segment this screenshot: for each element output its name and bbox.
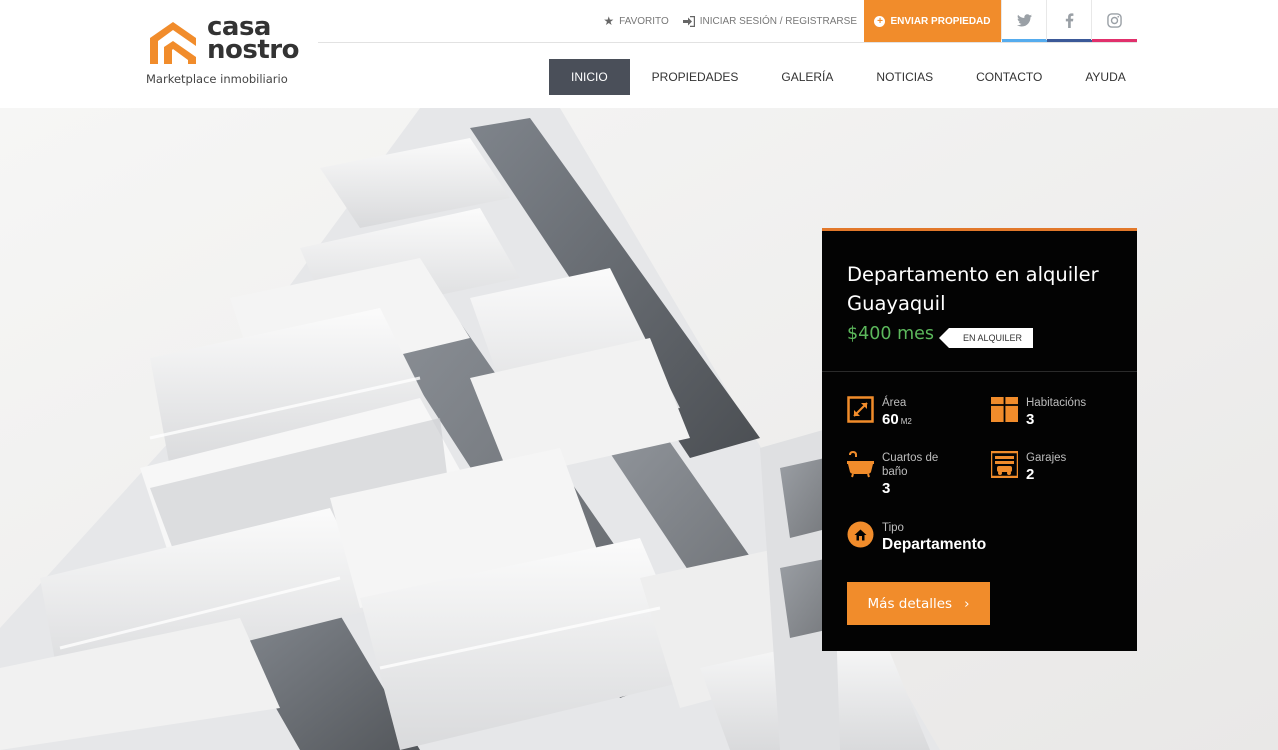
bath-label-line-2: baño [882, 466, 908, 478]
home-circle-icon [847, 521, 874, 548]
bath-label-line-1: Cuartos de [882, 452, 939, 464]
facebook-color-bar [1047, 39, 1092, 42]
send-property-button[interactable]: + ENVIAR PROPIEDAD [864, 0, 1001, 42]
type-value: Departamento [882, 536, 987, 553]
bathtub-icon [847, 451, 874, 478]
star-icon: ★ [603, 14, 615, 28]
top-links: ★ FAVORITO INICIAR SESIÓN / REGISTRARSE [603, 0, 857, 42]
property-card: Departamento en alquiler Guayaquil $400 … [822, 228, 1137, 651]
area-unit: M2 [900, 417, 912, 426]
more-details-button[interactable]: Más detalles › [847, 582, 990, 625]
property-price: $400 mes [847, 324, 935, 344]
nav-item-galeria[interactable]: GALERÍA [781, 59, 833, 95]
login-link[interactable]: INICIAR SESIÓN / REGISTRARSE [682, 15, 857, 27]
sign-in-icon [682, 15, 695, 27]
rooms-value: 3 [1026, 411, 1035, 428]
main-nav: INICIO PROPIEDADES GALERÍA NOTICIAS CONT… [549, 59, 1126, 95]
twitter-icon [1017, 13, 1032, 26]
card-divider [822, 371, 1137, 372]
rooms-label: Habitacións [1026, 397, 1087, 409]
feature-type: Tipo Departamento [847, 521, 986, 554]
nav-item-noticias[interactable]: NOTICIAS [876, 59, 933, 95]
garage-label: Garajes [1026, 452, 1067, 464]
house-logo-icon [150, 22, 196, 64]
site-logo[interactable]: casa nostro Marketplace inmobiliario [146, 14, 316, 90]
nav-item-ayuda[interactable]: AYUDA [1085, 59, 1125, 95]
login-label: INICIAR SESIÓN / REGISTRARSE [699, 15, 857, 27]
twitter-link[interactable] [1001, 0, 1047, 42]
facebook-icon [1065, 12, 1074, 28]
logo-word-2: nostro [207, 35, 299, 65]
property-title-line-1: Departamento en alquiler [847, 263, 1099, 286]
room-box-icon [991, 397, 1018, 422]
logo-tagline: Marketplace inmobiliario [146, 72, 288, 86]
favorite-label: FAVORITO [619, 15, 669, 27]
feature-area: Área 60 M2 [847, 396, 912, 431]
more-details-label: Más detalles [867, 595, 953, 612]
garage-icon [991, 451, 1018, 478]
instagram-icon [1107, 12, 1122, 28]
nav-item-propiedades[interactable]: PROPIEDADES [652, 59, 739, 95]
area-value: 60 [882, 411, 899, 428]
property-title[interactable]: Departamento en alquiler Guayaquil [847, 260, 1127, 318]
feature-garages: Garajes 2 [991, 451, 1066, 484]
nav-item-inicio[interactable]: INICIO [549, 59, 630, 95]
logo-wordmark: casa nostro [207, 14, 299, 65]
site-header: casa nostro Marketplace inmobiliario ★ F… [0, 0, 1278, 108]
area-label: Área [882, 397, 907, 409]
status-badge: EN ALQUILER [938, 328, 1034, 348]
feature-bathrooms: Cuartos de baño 3 [847, 451, 938, 498]
favorite-link[interactable]: ★ FAVORITO [603, 14, 668, 28]
send-property-label: ENVIAR PROPIEDAD [890, 15, 991, 27]
top-bar: ★ FAVORITO INICIAR SESIÓN / REGISTRARSE … [318, 0, 1137, 43]
instagram-link[interactable] [1091, 0, 1137, 42]
plus-circle-icon: + [874, 15, 886, 27]
garage-value: 2 [1026, 466, 1035, 483]
feature-rooms: Habitacións 3 [991, 396, 1086, 429]
instagram-color-bar [1092, 39, 1137, 42]
facebook-link[interactable] [1046, 0, 1092, 42]
nav-item-contacto[interactable]: CONTACTO [976, 59, 1042, 95]
property-title-line-2: Guayaquil [847, 292, 946, 315]
type-label: Tipo [882, 522, 904, 534]
bath-value: 3 [882, 480, 891, 497]
chevron-right-icon: › [964, 595, 970, 612]
twitter-color-bar [1002, 39, 1047, 42]
area-expand-icon [847, 396, 874, 423]
